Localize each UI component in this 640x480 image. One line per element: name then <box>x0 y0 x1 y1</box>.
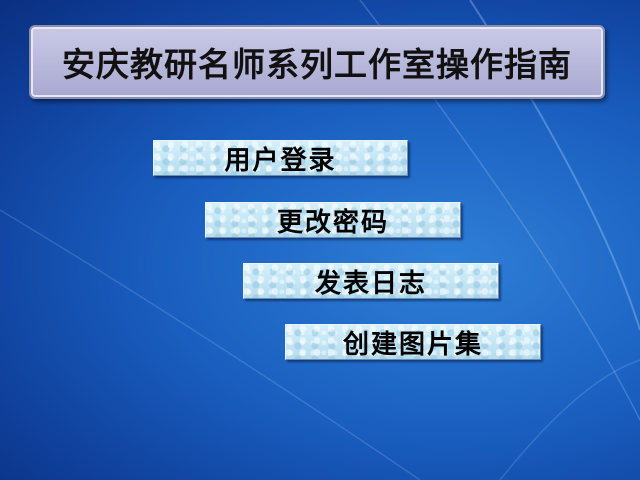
post-blog-label: 发表日志 <box>314 268 427 299</box>
change-password-label: 更改密码 <box>276 207 389 238</box>
create-album-label: 创建图片集 <box>342 329 483 360</box>
change-password-button[interactable]: 更改密码 <box>205 202 461 238</box>
post-blog-button[interactable]: 发表日志 <box>243 263 499 299</box>
user-login-label: 用户登录 <box>224 145 337 176</box>
user-login-button[interactable]: 用户登录 <box>153 140 408 176</box>
page-title: 安庆教研名师系列工作室操作指南 <box>62 45 572 84</box>
create-album-button[interactable]: 创建图片集 <box>285 324 541 360</box>
title-banner: 安庆教研名师系列工作室操作指南 <box>29 25 605 99</box>
